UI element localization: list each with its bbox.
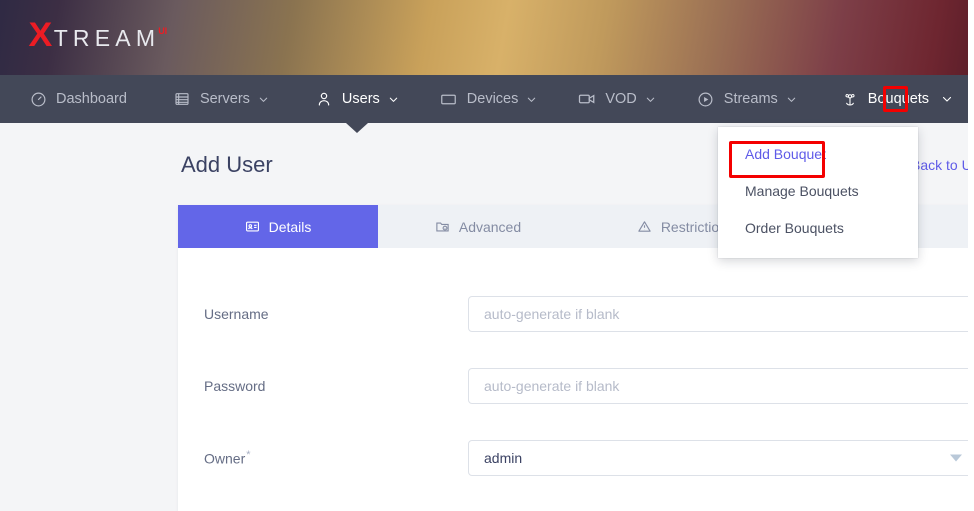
nav-label-streams: Streams bbox=[723, 91, 778, 107]
menu-item-order-bouquets[interactable]: Order Bouquets bbox=[718, 209, 918, 246]
required-marker: * bbox=[246, 449, 251, 462]
server-icon bbox=[173, 90, 191, 108]
scroll-gutter bbox=[968, 0, 974, 511]
label-username: Username bbox=[204, 306, 269, 322]
active-nav-pointer bbox=[345, 123, 368, 133]
chevron-down-icon bbox=[786, 94, 797, 105]
chevron-down-icon bbox=[645, 94, 656, 105]
nav-item-vod[interactable]: VOD bbox=[578, 75, 655, 123]
nav-label-vod: VOD bbox=[605, 91, 637, 107]
app-root: X TREAM UI Dashboard Servers Users Devic… bbox=[0, 0, 974, 511]
chevron-down-icon bbox=[526, 94, 537, 105]
chevron-down-icon[interactable] bbox=[950, 454, 962, 462]
main-navigation: Dashboard Servers Users Devices VOD Stre… bbox=[0, 75, 968, 133]
username-input[interactable] bbox=[468, 296, 974, 332]
page-title: Add User bbox=[181, 152, 273, 177]
password-input[interactable] bbox=[468, 368, 974, 404]
owner-select[interactable]: admin bbox=[468, 440, 974, 476]
menu-label-manage-bouquets: Manage Bouquets bbox=[745, 182, 859, 199]
field-owner: admin bbox=[468, 440, 974, 476]
bouquets-dropdown-menu: Add Bouquet Manage Bouquets Order Bouque… bbox=[718, 127, 918, 258]
folder-info-icon bbox=[435, 219, 450, 234]
nav-item-dashboard[interactable]: Dashboard bbox=[29, 75, 127, 123]
tab-label-details: Details bbox=[268, 218, 312, 235]
label-owner-text: Owner bbox=[204, 450, 246, 467]
field-password bbox=[468, 368, 974, 404]
owner-select-value: admin bbox=[484, 450, 523, 466]
flower-icon bbox=[841, 90, 859, 108]
form-row-password: Password bbox=[178, 350, 974, 422]
form-row-username: Username bbox=[178, 278, 974, 350]
video-camera-icon bbox=[578, 90, 596, 108]
nav-item-streams[interactable]: Streams bbox=[697, 75, 797, 123]
gauge-icon bbox=[29, 90, 47, 108]
tab-advanced[interactable]: Advanced bbox=[378, 205, 578, 248]
menu-label-add-bouquet: Add Bouquet bbox=[745, 145, 826, 162]
nav-label-dashboard: Dashboard bbox=[56, 91, 127, 107]
nav-item-servers[interactable]: Servers bbox=[173, 75, 269, 123]
nav-item-users[interactable]: Users bbox=[315, 75, 399, 133]
owner-select-wrap: admin bbox=[468, 440, 974, 476]
add-user-form: Username Password Owner* admi bbox=[178, 248, 974, 494]
nav-item-devices[interactable]: Devices bbox=[440, 75, 538, 123]
back-to-users-link[interactable]: Back to Us bbox=[911, 157, 974, 173]
nav-label-devices: Devices bbox=[466, 91, 519, 107]
nav-label-servers: Servers bbox=[199, 91, 250, 107]
nav-item-bouquets[interactable]: Bouquets bbox=[841, 75, 953, 123]
chevron-down-icon bbox=[258, 94, 269, 105]
label-owner: Owner* bbox=[204, 449, 468, 467]
nav-label-users: Users bbox=[341, 91, 380, 107]
tab-details[interactable]: Details bbox=[178, 205, 378, 248]
label-password: Password bbox=[204, 378, 266, 394]
warning-triangle-icon bbox=[637, 219, 652, 234]
form-row-owner: Owner* admin bbox=[178, 422, 974, 494]
menu-label-order-bouquets: Order Bouquets bbox=[745, 219, 844, 236]
tab-label-restrictions: Restrictio bbox=[660, 218, 720, 235]
logo-x-letter: X bbox=[28, 16, 52, 54]
id-card-icon bbox=[245, 219, 260, 234]
play-circle-icon bbox=[697, 90, 715, 108]
xtream-ui-logo[interactable]: X TREAM UI bbox=[28, 16, 169, 54]
menu-item-add-bouquet[interactable]: Add Bouquet bbox=[718, 135, 918, 172]
logo-ui-superscript: UI bbox=[158, 26, 168, 36]
logo-wordmark: TREAM bbox=[53, 25, 161, 51]
field-username bbox=[468, 296, 974, 332]
menu-item-manage-bouquets[interactable]: Manage Bouquets bbox=[718, 172, 918, 209]
chevron-down-icon bbox=[388, 94, 399, 105]
brand-header: X TREAM UI bbox=[0, 0, 968, 75]
user-icon bbox=[315, 90, 333, 108]
monitor-icon bbox=[440, 90, 458, 108]
bouquets-chevron-down-icon[interactable] bbox=[941, 93, 953, 105]
nav-label-bouquets: Bouquets bbox=[867, 91, 930, 107]
tab-label-advanced: Advanced bbox=[458, 218, 522, 235]
